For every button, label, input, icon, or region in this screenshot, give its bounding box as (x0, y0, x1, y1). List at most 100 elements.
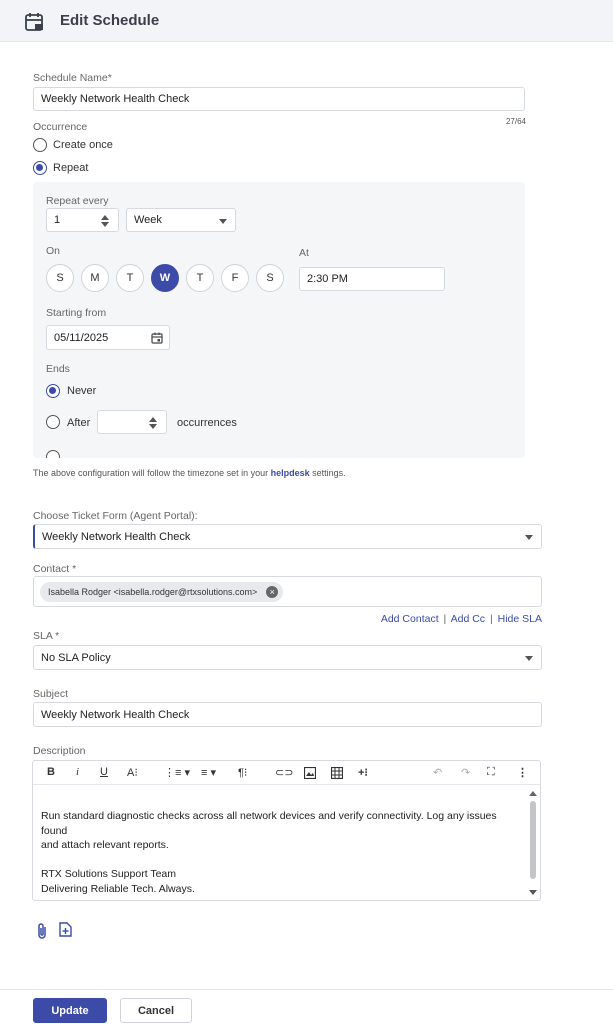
create-once-radio[interactable] (33, 138, 47, 152)
schedule-name-counter: 27/64 (505, 117, 526, 126)
remove-chip-icon[interactable]: × (266, 586, 279, 598)
calendar-icon[interactable] (151, 332, 163, 344)
start-date-value: 05/11/2025 (54, 331, 109, 344)
contact-links: Add Contact | Add Cc | Hide SLA (380, 613, 542, 625)
image-icon[interactable] (304, 767, 316, 779)
timezone-note-suffix: settings. (309, 468, 346, 478)
day-friday[interactable]: F (221, 264, 249, 292)
editor-toolbar: B i U A⁝ ⋮≡ ▾ ≡ ▾ ¶⁝ ⊂⊃ +⁝ ↶ ↷ ⛶ ⋮ (33, 761, 540, 785)
description-line: and attach relevant reports. (41, 839, 169, 851)
ends-never-label: Never (67, 385, 97, 397)
add-contact-link[interactable]: Add Contact (381, 613, 439, 625)
repeat-unit-value: Week (134, 214, 162, 226)
helpdesk-link[interactable]: helpdesk (271, 468, 310, 478)
paragraph-icon[interactable]: ¶⁝ (238, 766, 247, 779)
time-value: 2:30 PM (307, 273, 348, 285)
chevron-down-icon (219, 219, 227, 224)
redo-icon[interactable]: ↷ (461, 766, 470, 779)
ticket-form-select[interactable]: Weekly Network Health Check (33, 524, 542, 549)
ends-on-radio[interactable] (46, 450, 60, 458)
day-tuesday[interactable]: T (116, 264, 144, 292)
ticket-form-label: Choose Ticket Form (Agent Portal): (33, 510, 198, 522)
occurrences-input[interactable] (97, 410, 167, 434)
add-file-icon[interactable] (58, 922, 73, 937)
description-line: Run standard diagnostic checks across al… (41, 810, 497, 837)
description-line (41, 853, 521, 868)
repeat-radio[interactable] (33, 161, 47, 175)
starting-from-label: Starting from (46, 307, 107, 319)
on-label: On (46, 245, 61, 257)
contact-label: Contact * (33, 563, 77, 575)
table-icon[interactable] (331, 767, 343, 779)
occurrence-label: Occurrence (33, 121, 88, 133)
sla-select[interactable]: No SLA Policy (33, 645, 542, 670)
cancel-button[interactable]: Cancel (120, 998, 192, 1023)
subject-label: Subject (33, 688, 69, 700)
add-cc-link[interactable]: Add Cc (451, 613, 485, 625)
day-thursday[interactable]: T (186, 264, 214, 292)
hide-sla-link[interactable]: Hide SLA (498, 613, 542, 625)
time-input[interactable]: 2:30 PM (299, 267, 445, 291)
editor-scrollbar[interactable] (529, 791, 537, 895)
day-saturday[interactable]: S (256, 264, 284, 292)
ends-never-radio[interactable] (46, 384, 60, 398)
stepper-icon[interactable] (101, 214, 109, 228)
description-line: RTX Solutions Support Team (41, 868, 177, 880)
schedule-name-input[interactable]: Weekly Network Health Check (33, 87, 525, 111)
description-line: Delivering Reliable Tech. Always. (41, 882, 195, 895)
sla-label: SLA * (33, 630, 60, 642)
contact-chip: Isabella Rodger <isabella.rodger@rtxsolu… (40, 582, 284, 602)
bold-icon[interactable]: B (47, 766, 55, 778)
schedule-name-label: Schedule Name* (33, 72, 112, 84)
scroll-down-icon[interactable] (529, 890, 537, 895)
sla-value: No SLA Policy (41, 651, 111, 664)
bullet-list-icon[interactable]: ≡ ▾ (201, 766, 216, 779)
ticket-form-value: Weekly Network Health Check (42, 530, 191, 543)
link-icon[interactable]: ⊂⊃ (275, 766, 293, 779)
repeat-every-value: 1 (54, 214, 61, 226)
ordered-list-icon[interactable]: ⋮≡ ▾ (164, 766, 190, 779)
description-editor[interactable]: B i U A⁝ ⋮≡ ▾ ≡ ▾ ¶⁝ ⊂⊃ +⁝ ↶ ↷ ⛶ ⋮ Run s… (32, 760, 541, 901)
page-title: Edit Schedule (60, 12, 160, 29)
subject-input[interactable]: Weekly Network Health Check (33, 702, 542, 727)
day-wednesday[interactable]: W (151, 264, 179, 292)
update-button[interactable]: Update (33, 998, 107, 1023)
occurrences-label: occurrences (177, 417, 237, 429)
ends-after-radio[interactable] (46, 415, 60, 429)
description-label: Description (33, 745, 86, 757)
subject-value: Weekly Network Health Check (41, 708, 190, 721)
contact-chip-text: Isabella Rodger <isabella.rodger@rtxsolu… (48, 587, 258, 597)
attachment-icon[interactable] (35, 922, 49, 940)
undo-icon[interactable]: ↶ (433, 766, 442, 779)
timezone-note: The above configuration will follow the … (33, 468, 346, 478)
start-date-input[interactable]: 05/11/2025 (46, 325, 170, 350)
scroll-up-icon[interactable] (529, 791, 537, 796)
chevron-down-icon (525, 535, 533, 540)
page-header: Edit Schedule (0, 0, 613, 42)
footer-bar: Update Cancel (0, 989, 613, 1024)
underline-icon[interactable]: U (100, 766, 108, 778)
stepper-icon[interactable] (149, 416, 157, 430)
insert-icon[interactable]: +⁝ (358, 766, 368, 779)
repeat-every-label: Repeat every (46, 195, 109, 207)
font-size-icon[interactable]: A⁝ (127, 766, 138, 779)
scrollbar-thumb[interactable] (530, 801, 536, 879)
repeat-unit-select[interactable]: Week (126, 208, 236, 232)
chevron-down-icon (525, 656, 533, 661)
day-sunday[interactable]: S (46, 264, 74, 292)
repeat-settings-panel: Repeat every 1 Week On S M T W T F S At … (33, 182, 525, 458)
description-content[interactable]: Run standard diagnostic checks across al… (41, 809, 521, 896)
at-label: At (299, 247, 309, 259)
more-options-icon[interactable]: ⋮ (517, 766, 528, 779)
create-once-label: Create once (53, 139, 113, 151)
schedule-name-value: Weekly Network Health Check (41, 93, 190, 105)
timezone-note-text: The above configuration will follow the … (33, 468, 271, 478)
fullscreen-icon[interactable]: ⛶ (487, 766, 495, 779)
ends-label: Ends (46, 363, 70, 375)
repeat-every-input[interactable]: 1 (46, 208, 119, 232)
italic-icon[interactable]: i (76, 766, 79, 778)
calendar-edit-icon (25, 13, 43, 31)
day-monday[interactable]: M (81, 264, 109, 292)
ends-after-label: After (67, 417, 91, 429)
repeat-label: Repeat (53, 162, 89, 174)
